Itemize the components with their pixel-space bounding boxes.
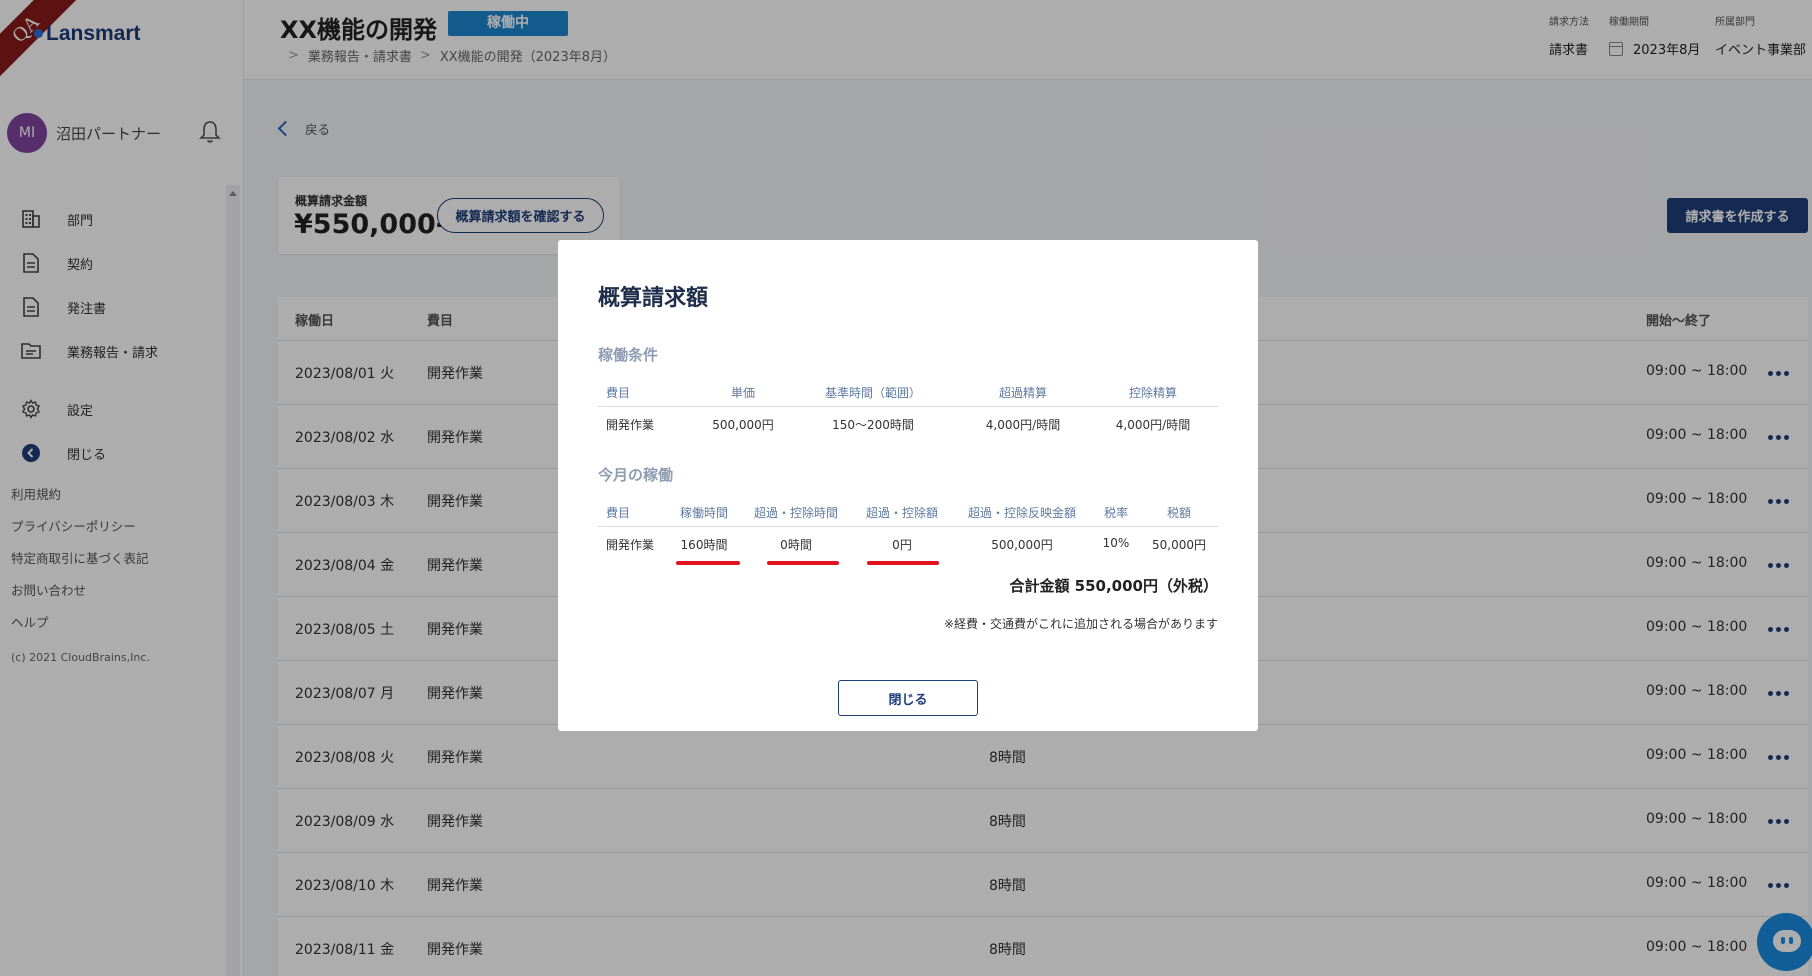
header-cell: 超過・控除時間	[753, 506, 839, 520]
header-cell: 単価	[730, 386, 756, 400]
monthly-title: 今月の稼働	[598, 466, 674, 484]
header-cell: 控除精算	[1128, 386, 1178, 400]
estimate-modal: 概算請求額 稼働条件 費目 単価 基準時間（範囲） 超過精算 控除精算 開発作業…	[558, 240, 1258, 731]
header-cell: 超過・控除額	[865, 506, 939, 520]
cell-work-hours: 160時間	[680, 538, 728, 552]
cell: 500,000円	[712, 418, 774, 432]
monthly-table: 費目 稼働時間 超過・控除時間 超過・控除額 超過・控除反映金額 税率 税額 開…	[598, 495, 1218, 559]
header-cell: 税額	[1166, 506, 1192, 520]
cell: 500,000円	[991, 538, 1053, 552]
header-cell: 費目	[606, 386, 631, 400]
highlight-underline	[676, 561, 740, 565]
cell: 4,000円/時間	[1115, 418, 1191, 432]
monthly-row: 開発作業 160時間 0時間 0円 500,000円 10% 50,000円	[598, 527, 1218, 559]
close-button[interactable]: 閉じる	[838, 680, 978, 716]
expense-note: ※経費・交通費がこれに追加される場合があります	[943, 617, 1218, 631]
header-cell: 費目	[606, 506, 631, 520]
cell: 50,000円	[1152, 538, 1206, 552]
cell-over-under-hours: 0時間	[780, 538, 812, 552]
highlight-underline	[767, 561, 839, 565]
highlight-underline	[867, 561, 939, 565]
conditions-header: 費目 単価 基準時間（範囲） 超過精算 控除精算	[598, 375, 1218, 407]
cell: 開発作業	[606, 538, 655, 552]
total-amount: 合計金額 550,000円（外税）	[1009, 577, 1218, 595]
conditions-row: 開発作業 500,000円 150～200時間 4,000円/時間 4,000円…	[598, 407, 1218, 439]
conditions-table: 費目 単価 基準時間（範囲） 超過精算 控除精算 開発作業 500,000円 1…	[598, 375, 1218, 439]
cell: 10%	[1102, 536, 1130, 550]
monthly-header: 費目 稼働時間 超過・控除時間 超過・控除額 超過・控除反映金額 税率 税額	[598, 495, 1218, 527]
cell: 4,000円/時間	[985, 418, 1061, 432]
cell-over-under-amount: 0円	[892, 538, 912, 552]
conditions-title: 稼働条件	[598, 346, 659, 364]
header-cell: 超過精算	[998, 386, 1048, 400]
header-cell: 超過・控除反映金額	[967, 506, 1077, 520]
cell: 開発作業	[606, 418, 655, 432]
modal-title: 概算請求額	[598, 286, 709, 311]
cell: 150～200時間	[832, 418, 914, 432]
header-cell: 税率	[1103, 506, 1129, 520]
header-cell: 基準時間（範囲）	[824, 386, 922, 400]
header-cell: 稼働時間	[679, 506, 729, 520]
